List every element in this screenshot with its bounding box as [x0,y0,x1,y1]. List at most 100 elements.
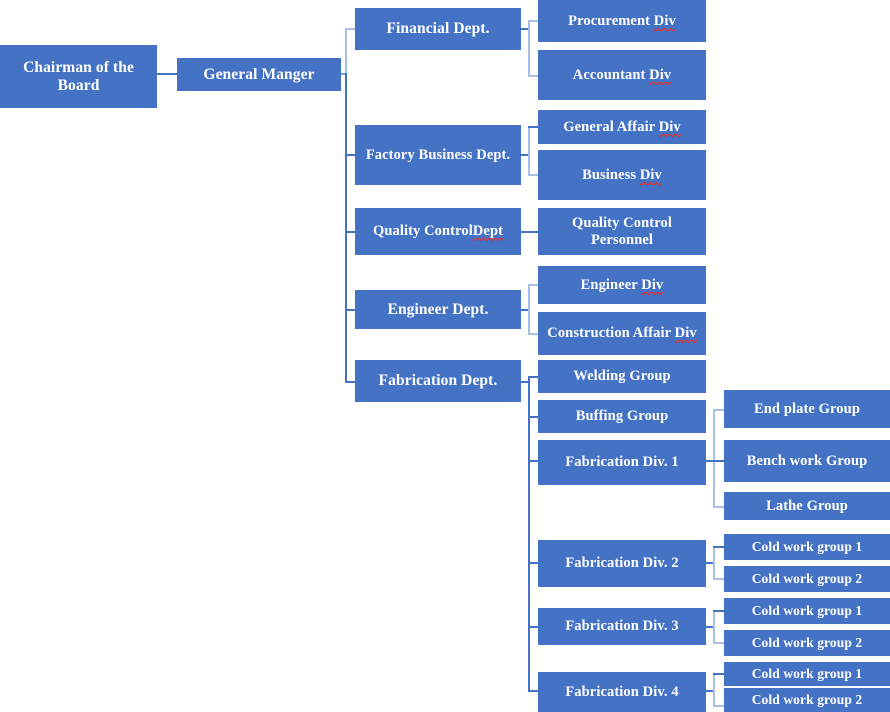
connector-fabrication-to-div1 [528,460,538,462]
connector-factory-to-general-affair [528,126,538,128]
node-label: Accountant Div [542,67,702,83]
misspelled-word: Div [641,276,664,293]
node-general-affair-div[interactable]: General Affair Div [538,110,706,144]
connector-div1-to-bench-work [713,460,724,462]
node-engineer-dept[interactable]: Engineer Dept. [355,290,521,329]
connector-div3-to-cold1 [713,610,724,612]
node-accountant-div[interactable]: Accountant Div [538,50,706,100]
node-label: Business Div [542,167,702,183]
connector-branch-quality-control [345,231,355,233]
node-engineer-div[interactable]: Engineer Div [538,266,706,304]
node-label: Cold work group 1 [751,666,863,682]
node-label: General Affair Div [542,119,702,135]
node-label: Cold work group 2 [751,692,863,708]
org-chart-canvas: Chairman of the Board General Manger Fin… [0,0,890,712]
connector-factory-to-business [528,174,538,176]
node-chairman-of-the-board[interactable]: Chairman of the Board [0,45,157,108]
node-label: Cold work group 2 [751,635,863,651]
node-fabrication-div-4[interactable]: Fabrication Div. 4 [538,672,706,712]
node-factory-business-dept[interactable]: Factory Business Dept. [355,125,521,185]
connector-financial-to-accountant [528,75,538,77]
connector-div2-subtrunk [713,546,715,579]
node-label: Cold work group 1 [751,539,863,555]
node-label: Fabrication Div. 4 [565,683,679,700]
connector-div2-to-cold1 [713,546,724,548]
connector-trunk-upper [345,28,347,74]
node-label: Factory Business Dept. [365,146,511,163]
node-financial-dept[interactable]: Financial Dept. [355,8,521,50]
connector-financial-subtrunk [528,20,530,76]
node-label: Fabrication Dept. [378,372,498,390]
connector-div4-subtrunk [713,673,715,706]
connector-engineer-subtrunk [528,284,530,334]
connector-fabrication-to-div3 [528,626,538,628]
connector-quality-control-to-personnel [521,231,538,233]
node-label: Fabrication Div. 3 [565,618,679,635]
connector-div1-to-end-plate [713,409,724,411]
node-cold-work-group-1-div2[interactable]: Cold work group 1 [724,534,890,560]
connector-branch-fabrication [345,381,355,383]
misspelled-word: Div [649,66,672,83]
node-label: End plate Group [754,400,860,417]
connector-engineer-to-engineer-div [528,284,538,286]
node-label: Engineer Div [542,277,702,293]
connector-div4-to-cold2 [713,705,724,707]
node-label: Bench work Group [746,452,868,469]
node-lathe-group[interactable]: Lathe Group [724,492,890,520]
node-fabrication-div-3[interactable]: Fabrication Div. 3 [538,608,706,645]
misspelled-word: Div [653,12,676,29]
node-cold-work-group-2-div4[interactable]: Cold work group 2 [724,688,890,712]
node-label-text: Engineer [580,276,642,293]
misspelled-word: Div [658,118,681,135]
connector-branch-engineer [345,309,355,311]
node-label-text: General Affair [563,118,659,135]
connector-div3-subtrunk [713,610,715,643]
node-label-text: Business [582,166,640,183]
connector-div2-to-cold2 [713,578,724,580]
node-cold-work-group-1-div4[interactable]: Cold work group 1 [724,662,890,686]
connector-factory-business-subtrunk [528,126,530,175]
misspelled-word: Div [639,166,662,183]
node-label: Quality ControlDept [359,223,517,239]
node-cold-work-group-2-div2[interactable]: Cold work group 2 [724,566,890,592]
node-label: Lathe Group [766,497,848,514]
node-business-div[interactable]: Business Div [538,150,706,200]
node-label: Cold work group 1 [751,603,863,619]
node-fabrication-dept[interactable]: Fabrication Dept. [355,360,521,402]
node-cold-work-group-1-div3[interactable]: Cold work group 1 [724,598,890,624]
node-label: Engineer Dept. [387,300,489,318]
node-label: Fabrication Div. 2 [565,555,679,572]
connector-fabrication-to-buffing [528,416,538,418]
node-label: Quality Control Personnel [572,215,672,248]
connector-financial-to-procurement [528,20,538,22]
node-cold-work-group-2-div3[interactable]: Cold work group 2 [724,630,890,656]
connector-fabrication-subtrunk [528,376,530,690]
connector-fabrication-to-div4 [528,690,538,692]
connector-branch-financial [345,28,355,30]
node-buffing-group[interactable]: Buffing Group [538,400,706,433]
node-label: Buffing Group [575,408,669,425]
node-label: Procurement Div [542,13,702,29]
node-end-plate-group[interactable]: End plate Group [724,390,890,428]
connector-div1-to-lathe [713,506,724,508]
connector-div1-subtrunk [713,409,715,507]
node-construction-affair-div[interactable]: Construction Affair Div [538,312,706,355]
node-quality-control-personnel[interactable]: Quality Control Personnel [538,208,706,255]
node-fabrication-div-2[interactable]: Fabrication Div. 2 [538,540,706,587]
node-general-manger[interactable]: General Manger [177,58,341,91]
connector-div4-to-cold1 [713,673,724,675]
node-label: General Manger [203,65,315,83]
connector-engineer-to-construction [528,333,538,335]
node-label-text: Construction Affair [547,325,675,342]
node-bench-work-group[interactable]: Bench work Group [724,440,890,482]
node-procurement-div[interactable]: Procurement Div [538,0,706,42]
connector-fabrication-to-div2 [528,562,538,564]
node-welding-group[interactable]: Welding Group [538,360,706,393]
connector-div3-to-cold2 [713,642,724,644]
connector-fabrication-to-welding [528,376,538,378]
connector-trunk-main [345,73,347,382]
node-label: Fabrication Div. 1 [565,454,679,471]
node-fabrication-div-1[interactable]: Fabrication Div. 1 [538,440,706,485]
node-quality-control-dept[interactable]: Quality ControlDept [355,208,521,255]
misspelled-word: Dept [472,223,504,240]
